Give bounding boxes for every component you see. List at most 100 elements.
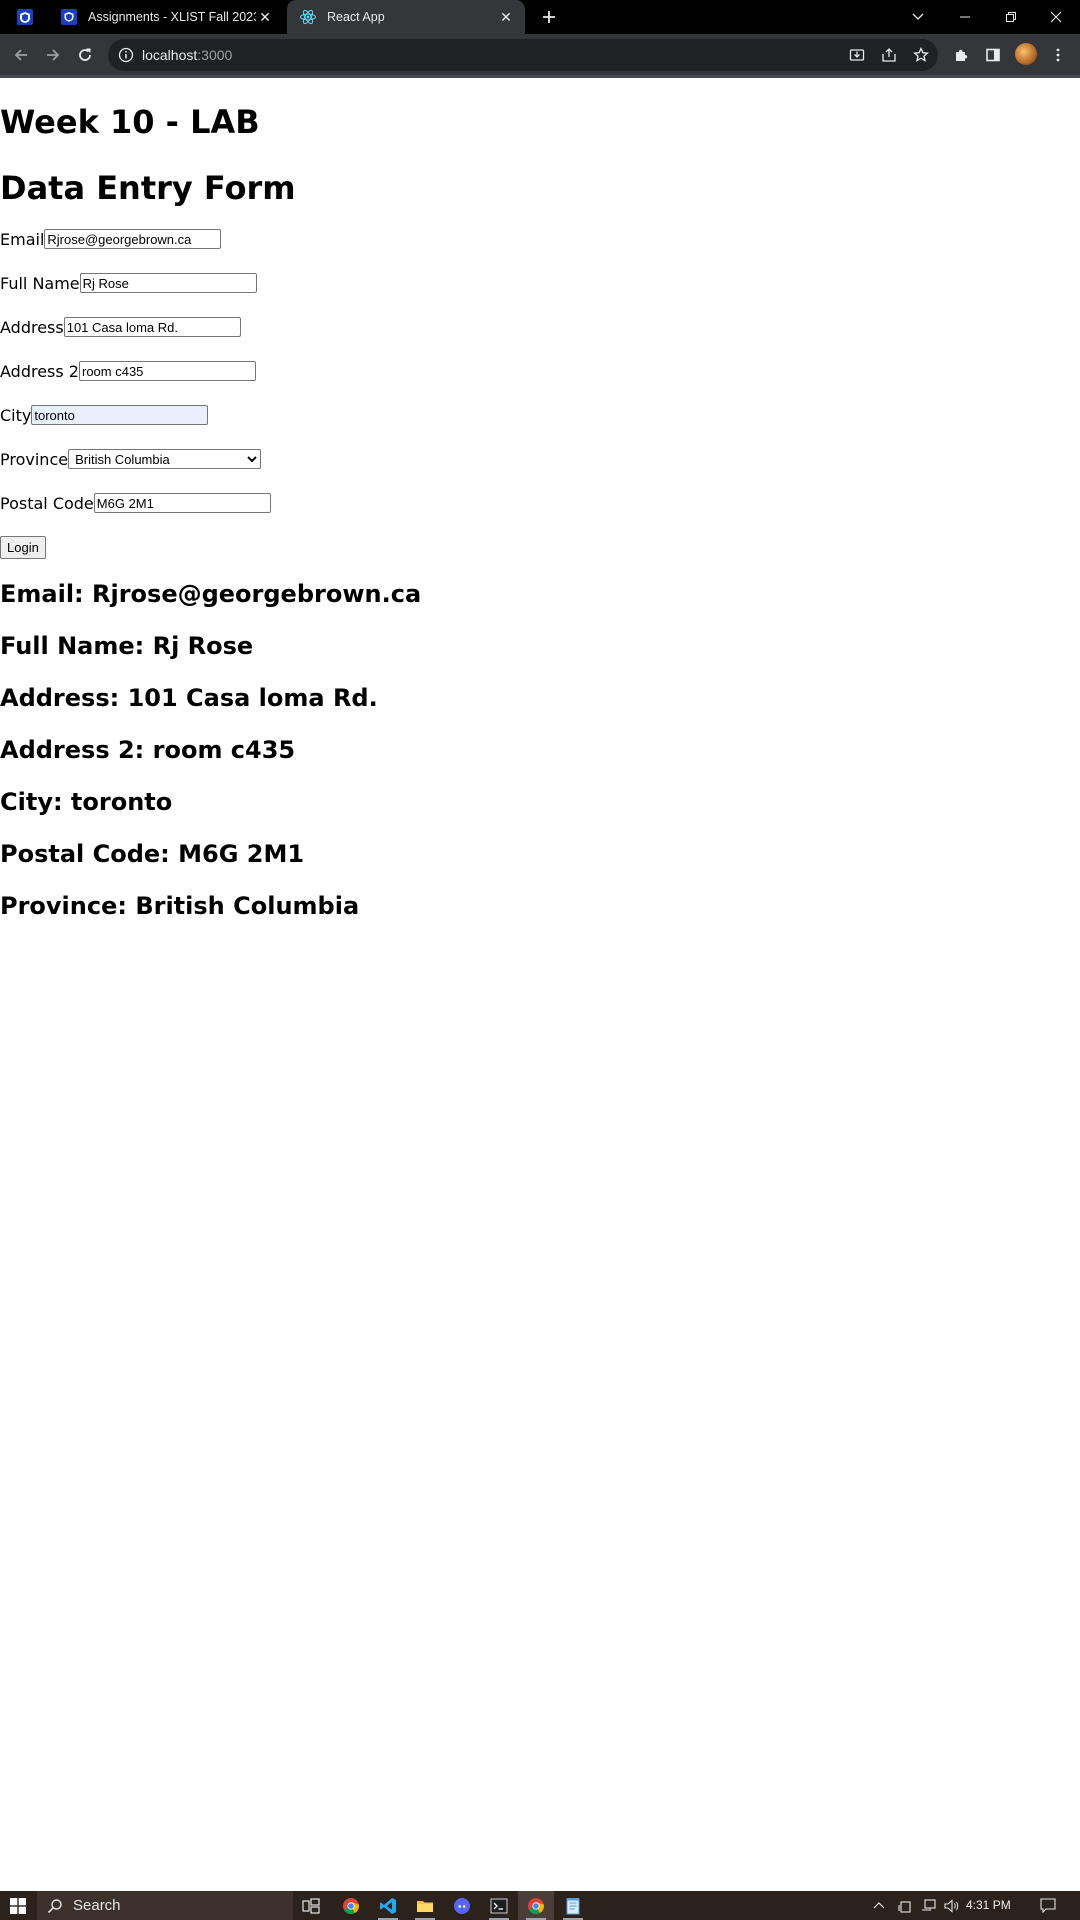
extensions-button[interactable] bbox=[949, 42, 975, 68]
tab-search-dropdown-button[interactable] bbox=[896, 0, 940, 34]
province-select[interactable]: British Columbia bbox=[68, 449, 262, 469]
tab-assignments[interactable]: Assignments - XLIST Fall 2023 C ✕ bbox=[52, 0, 284, 34]
minimize-button[interactable] bbox=[943, 0, 987, 34]
network-icon bbox=[922, 1898, 936, 1911]
output-address: Address: 101 Casa loma Rd. bbox=[0, 684, 378, 712]
close-icon[interactable]: ✕ bbox=[256, 8, 274, 26]
tab-title: Assignments - XLIST Fall 2023 C bbox=[88, 10, 256, 24]
email-field[interactable] bbox=[44, 229, 222, 249]
share-icon bbox=[882, 48, 896, 62]
fullname-label: Full Name bbox=[0, 273, 80, 293]
task-view-icon bbox=[302, 1897, 320, 1914]
shield-favicon-icon bbox=[60, 8, 78, 26]
close-window-button[interactable] bbox=[1034, 0, 1078, 34]
notification-icon bbox=[1040, 1898, 1056, 1913]
postal-row: Postal Code bbox=[0, 492, 271, 514]
taskbar-clock[interactable]: 4:31 PM bbox=[966, 1891, 1011, 1920]
postal-code-field[interactable] bbox=[93, 493, 271, 513]
back-button[interactable] bbox=[8, 42, 34, 68]
close-icon bbox=[1050, 11, 1062, 23]
address-bar[interactable]: localhost:3000 bbox=[108, 39, 938, 71]
login-button[interactable]: Login bbox=[0, 536, 46, 559]
plus-icon bbox=[543, 11, 555, 23]
star-icon bbox=[913, 47, 929, 62]
url-host: localhost bbox=[142, 47, 198, 63]
output-address2: Address 2: room c435 bbox=[0, 736, 296, 764]
reload-button[interactable] bbox=[72, 42, 98, 68]
tab-search-button[interactable] bbox=[14, 7, 36, 27]
react-atom-icon bbox=[299, 8, 317, 26]
province-row: Province British Columbia bbox=[0, 448, 262, 470]
tab-react-app[interactable]: React App ✕ bbox=[287, 0, 525, 34]
bookmark-button[interactable] bbox=[912, 46, 930, 64]
windows-logo-icon bbox=[10, 1897, 26, 1914]
city-label: City bbox=[0, 405, 32, 425]
output-email: Email: Rjrose@georgebrown.ca bbox=[0, 580, 422, 608]
notepad-icon bbox=[566, 1897, 580, 1914]
taskbar-search-box[interactable]: Search bbox=[37, 1891, 293, 1920]
puzzle-piece-icon bbox=[956, 49, 968, 61]
chrome-icon bbox=[343, 1897, 360, 1914]
address-label: Address bbox=[0, 317, 64, 337]
side-panel-icon bbox=[986, 48, 1000, 62]
taskbar-notepad-app[interactable] bbox=[555, 1891, 591, 1920]
taskbar-vscode-app[interactable] bbox=[370, 1891, 406, 1920]
address2-row: Address 2 bbox=[0, 360, 256, 382]
output-city: City: toronto bbox=[0, 788, 173, 816]
forward-button[interactable] bbox=[40, 42, 66, 68]
install-icon bbox=[849, 49, 865, 61]
form-title: Data Entry Form bbox=[0, 169, 296, 207]
search-icon bbox=[47, 1898, 62, 1913]
address-field[interactable] bbox=[63, 317, 241, 337]
minimize-icon bbox=[960, 16, 970, 18]
restore-button[interactable] bbox=[989, 0, 1033, 34]
reload-icon bbox=[79, 48, 91, 61]
url-port: :3000 bbox=[197, 47, 233, 63]
profile-avatar[interactable] bbox=[1015, 43, 1037, 65]
fullname-field[interactable] bbox=[79, 273, 257, 293]
close-icon[interactable]: ✕ bbox=[497, 8, 515, 26]
url-text: localhost:3000 bbox=[142, 39, 232, 71]
browser-tab-bar: Assignments - XLIST Fall 2023 C ✕ React … bbox=[0, 0, 1080, 34]
terminal-icon bbox=[490, 1898, 508, 1913]
shield-favicon-icon bbox=[17, 9, 33, 25]
arrow-right-icon bbox=[47, 49, 60, 61]
output-province: Province: British Columbia bbox=[0, 892, 360, 920]
new-tab-button[interactable] bbox=[538, 6, 560, 28]
share-button[interactable] bbox=[880, 46, 898, 64]
install-app-button[interactable] bbox=[848, 46, 866, 64]
chrome-icon bbox=[528, 1897, 545, 1914]
action-center-button[interactable] bbox=[1034, 1891, 1062, 1920]
city-row: City bbox=[0, 404, 209, 426]
taskbar-file-explorer-app[interactable] bbox=[407, 1891, 443, 1920]
taskbar-chrome-app[interactable] bbox=[333, 1891, 369, 1920]
tray-device-button[interactable] bbox=[896, 1891, 914, 1920]
email-row: Email bbox=[0, 228, 222, 250]
city-field[interactable] bbox=[31, 405, 209, 425]
arrow-left-icon bbox=[14, 49, 27, 61]
show-hidden-icons-button[interactable] bbox=[870, 1891, 888, 1920]
discord-icon bbox=[454, 1897, 470, 1914]
address2-field[interactable] bbox=[78, 361, 256, 381]
task-view-button[interactable] bbox=[293, 1891, 329, 1920]
vscode-icon bbox=[380, 1897, 396, 1914]
taskbar-search-label: Search bbox=[73, 1897, 121, 1914]
taskbar-discord-app[interactable] bbox=[444, 1891, 480, 1920]
info-icon[interactable] bbox=[118, 47, 134, 63]
tray-network-button[interactable] bbox=[919, 1891, 939, 1920]
restore-icon bbox=[1006, 12, 1016, 22]
side-panel-button[interactable] bbox=[980, 42, 1006, 68]
email-label: Email bbox=[0, 229, 45, 249]
taskbar-chrome-app-active[interactable] bbox=[518, 1891, 554, 1920]
browser-menu-button[interactable] bbox=[1045, 42, 1071, 68]
province-label: Province bbox=[0, 449, 69, 469]
speaker-icon bbox=[944, 1898, 959, 1913]
fullname-row: Full Name bbox=[0, 272, 257, 294]
page-content: Week 10 - LAB Data Entry Form Email Full… bbox=[0, 78, 1080, 1891]
tray-volume-button[interactable] bbox=[942, 1891, 962, 1920]
taskbar-terminal-app[interactable] bbox=[481, 1891, 517, 1920]
tab-title: React App bbox=[327, 10, 385, 24]
browser-toolbar: localhost:3000 bbox=[0, 34, 1080, 76]
device-icon bbox=[898, 1900, 911, 1913]
start-button[interactable] bbox=[0, 1891, 36, 1920]
